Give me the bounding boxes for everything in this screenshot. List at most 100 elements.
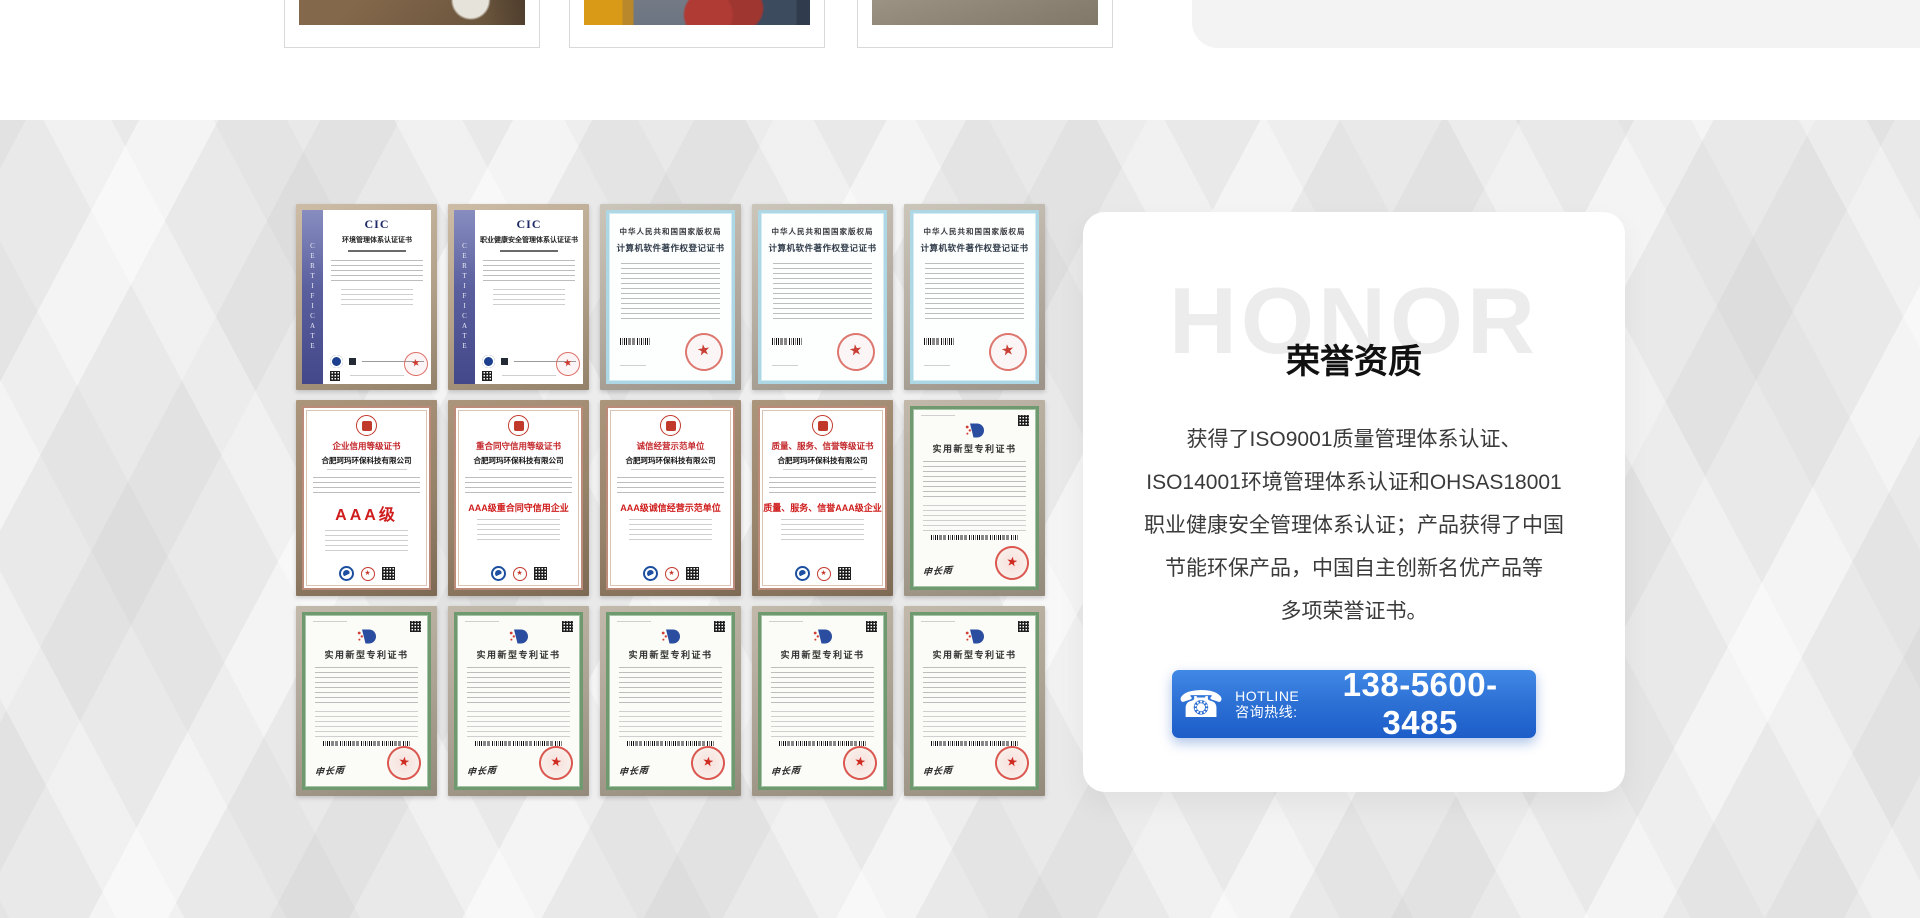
- certificate-number-line: [772, 365, 798, 369]
- company-name: 合肥珂玛环保科技有限公司: [456, 455, 581, 466]
- certificate-copyright[interactable]: 中华人民共和国国家版权局 计算机软件著作权登记证书 ★: [600, 204, 741, 390]
- honor-description-line: 获得了ISO9001质量管理体系认证、: [1113, 418, 1595, 461]
- grade-text: 质量、服务、信誉AAA级企业: [760, 501, 885, 514]
- certificate-title: 实用新型专利证书: [457, 648, 580, 661]
- phone-icon: ☎: [1178, 686, 1224, 723]
- gallery-card[interactable]: [284, 0, 540, 48]
- certificate-copyright[interactable]: 中华人民共和国国家版权局 计算机软件著作权登记证书 ★: [904, 204, 1045, 390]
- grade-text: AAA级诚信经营示范单位: [608, 501, 733, 514]
- text-lines: [331, 260, 423, 285]
- certificate-patent[interactable]: 实用新型专利证书 申长雨 ★: [904, 400, 1045, 596]
- hotline-button[interactable]: ☎ HOTLINE 咨询热线: 138-5600-3485: [1172, 670, 1536, 738]
- red-star-seal-icon: ★: [683, 331, 726, 374]
- qr-code-icon: [410, 621, 421, 632]
- text-lines: [479, 469, 559, 473]
- certificate-footer: ★: [456, 566, 581, 581]
- text-lines: [771, 711, 874, 737]
- certificate-body: CIC 环境管理体系认证证书 ★: [323, 210, 431, 384]
- blue-round-logo-icon: [795, 566, 810, 581]
- grade-text: AAA级重合同守信用企业: [456, 501, 581, 514]
- certificate-patent[interactable]: 实用新型专利证书 申长雨 ★: [448, 606, 589, 796]
- red-seal-icon: ★: [993, 744, 1031, 782]
- barcode-icon: [924, 338, 954, 345]
- patent-number-line: [313, 621, 347, 625]
- certificate-body: CIC 职业健康安全管理体系认证证书 ★: [475, 210, 583, 384]
- director-signature: 申长雨: [315, 763, 346, 778]
- section-title: 荣誉资质: [1083, 334, 1625, 383]
- certificate-paper: 实用新型专利证书 申长雨 ★: [606, 612, 735, 790]
- certificate-patent[interactable]: 实用新型专利证书 申长雨 ★: [600, 606, 741, 796]
- director-signature: 申长雨: [619, 763, 650, 778]
- certificate-side-band: CERTIFICATE: [454, 210, 475, 384]
- patent-number-line: [769, 621, 803, 625]
- hotline-label-en: HOTLINE: [1235, 688, 1299, 704]
- certificate-credit[interactable]: 企业信用等级证书 合肥珂玛环保科技有限公司 AAA级 ★: [296, 400, 437, 596]
- cnipa-logo-icon: [658, 628, 684, 645]
- hotline-number: 138-5600-3485: [1310, 666, 1530, 742]
- text-lines: [923, 505, 1026, 531]
- honor-description: 获得了ISO9001质量管理体系认证、 ISO14001环境管理体系认证和OHS…: [1113, 418, 1595, 633]
- text-lines: [631, 469, 711, 473]
- red-round-logo-icon: ★: [665, 567, 679, 581]
- text-lines: [483, 260, 575, 285]
- qr-code-icon: [382, 567, 395, 580]
- honor-description-line: 节能环保产品，中国自主创新名优产品等: [1113, 547, 1595, 590]
- gallery-card[interactable]: [857, 0, 1113, 48]
- certificate-footer: 申长雨: [923, 764, 953, 777]
- certificate-cic[interactable]: CERTIFICATE CIC 环境管理体系认证证书 ★: [296, 204, 437, 390]
- text-lines: [773, 263, 872, 321]
- certificate-title: 企业信用等级证书: [304, 440, 429, 452]
- certificate-patent[interactable]: 实用新型专利证书 申长雨 ★: [904, 606, 1045, 796]
- issuing-authority: 中华人民共和国国家版权局: [913, 226, 1036, 237]
- text-lines: [923, 711, 1026, 737]
- certificate-paper: CERTIFICATE CIC 环境管理体系认证证书 ★: [302, 210, 431, 384]
- gallery-card[interactable]: [569, 0, 825, 48]
- director-signature: 申长雨: [923, 763, 954, 778]
- text-lines: [629, 519, 712, 541]
- text-lines: [313, 477, 421, 497]
- issuing-authority: 中华人民共和国国家版权局: [609, 226, 732, 237]
- project-photo-truck: [584, 0, 810, 25]
- certificate-cic[interactable]: CERTIFICATE CIC 职业健康安全管理体系认证证书 ★: [448, 204, 589, 390]
- red-seal-icon: ★: [385, 744, 423, 782]
- certificate-patent[interactable]: 实用新型专利证书 申长雨 ★: [752, 606, 893, 796]
- address-lines: [350, 375, 404, 380]
- certificate-number-line: [620, 365, 646, 369]
- certificate-title: 职业健康安全管理体系认证证书: [479, 235, 579, 245]
- text-lines: [341, 289, 413, 305]
- certificates-grid: CERTIFICATE CIC 环境管理体系认证证书 ★ CERTIFICATE: [296, 204, 1045, 796]
- certificate-footer: 申长雨: [467, 764, 497, 777]
- certificate-credit[interactable]: 诚信经营示范单位 合肥珂玛环保科技有限公司 AAA级诚信经营示范单位 ★: [600, 400, 741, 596]
- certificate-footer: 申长雨: [315, 764, 345, 777]
- certificate-footer: ★: [608, 566, 733, 581]
- certificate-credit[interactable]: 重合同守信用等级证书 合肥珂玛环保科技有限公司 AAA级重合同守信用企业 ★: [448, 400, 589, 596]
- certificate-paper: 质量、服务、信誉等级证书 合肥珂玛环保科技有限公司 质量、服务、信誉AAA级企业…: [758, 406, 887, 590]
- certificate-title: 实用新型专利证书: [761, 648, 884, 661]
- certificate-copyright[interactable]: 中华人民共和国国家版权局 计算机软件著作权登记证书 ★: [752, 204, 893, 390]
- text-lines: [325, 530, 408, 552]
- certificate-paper: 中华人民共和国国家版权局 计算机软件著作权登记证书 ★: [606, 210, 735, 384]
- red-seal-icon: ★: [689, 744, 727, 782]
- certificate-title: 诚信经营示范单位: [608, 440, 733, 452]
- certificate-credit[interactable]: 质量、服务、信誉等级证书 合肥珂玛环保科技有限公司 质量、服务、信誉AAA级企业…: [752, 400, 893, 596]
- patent-number-line: [465, 621, 499, 625]
- honor-description-line: 职业健康安全管理体系认证；产品获得了中国: [1113, 504, 1595, 547]
- project-photo-tank: [872, 0, 1098, 25]
- text-lines: [771, 667, 874, 707]
- certificate-title: 实用新型专利证书: [913, 442, 1036, 455]
- text-lines: [621, 263, 720, 321]
- company-name-line: [348, 250, 406, 255]
- red-emblem-icon: [356, 415, 377, 436]
- hotline-label-zh: 咨询热线:: [1235, 704, 1297, 720]
- certificate-paper: 实用新型专利证书 申长雨 ★: [910, 406, 1039, 590]
- cnipa-logo-icon: [354, 628, 380, 645]
- red-emblem-icon: [660, 415, 681, 436]
- company-name-line: [500, 250, 558, 255]
- red-seal-icon: ★: [993, 544, 1031, 582]
- red-seal-icon: ★: [537, 744, 575, 782]
- barcode-icon: [475, 741, 561, 746]
- text-lines: [617, 477, 725, 497]
- certificate-title: 实用新型专利证书: [305, 648, 428, 661]
- red-round-logo-icon: ★: [817, 567, 831, 581]
- certificate-patent[interactable]: 实用新型专利证书 申长雨 ★: [296, 606, 437, 796]
